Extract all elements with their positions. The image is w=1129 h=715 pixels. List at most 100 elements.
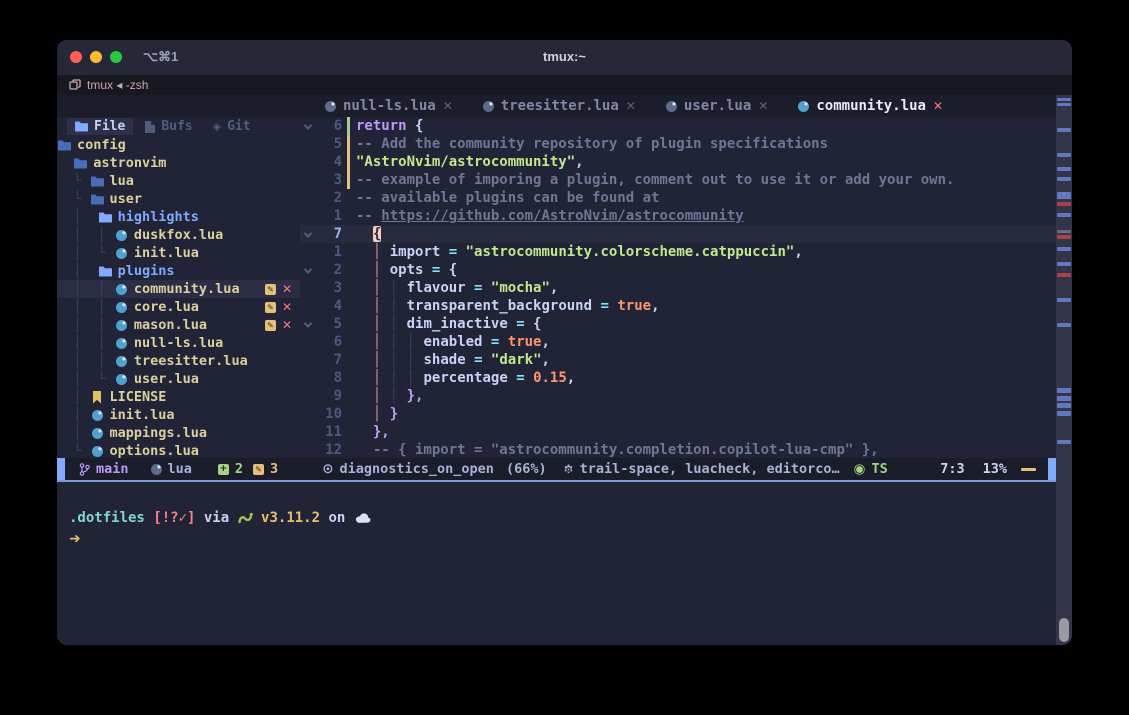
tree-item-astronvim[interactable]: astronvim — [57, 154, 300, 172]
code-line[interactable]: 4"AstroNvim/astrocommunity", — [300, 153, 1056, 171]
scrollbar-mark — [1057, 403, 1071, 408]
tree-guide: └ — [57, 191, 90, 207]
code-line[interactable]: 9 │ │ }, — [300, 387, 1056, 405]
git-sign-column — [342, 315, 356, 333]
tree-item-user.lua[interactable]: │ └ user.lua — [57, 370, 300, 388]
filetype-indicator: lua — [151, 461, 192, 477]
lsp-progress: ⊙ diagnostics_on_open (66%) — [322, 461, 546, 477]
folder-icon — [91, 194, 104, 205]
code-line[interactable]: 2 │ opts = { — [300, 261, 1056, 279]
scrollbar-mark — [1057, 202, 1071, 206]
fold-chevron-icon[interactable] — [304, 121, 312, 129]
code-line[interactable]: 6 │ │ │ enabled = true, — [300, 333, 1056, 351]
code-line[interactable]: 1-- https://github.com/AstroNvim/astroco… — [300, 207, 1056, 225]
code-line[interactable]: 8 │ │ │ percentage = 0.15, — [300, 369, 1056, 387]
tree-item-config[interactable]: config — [57, 136, 300, 154]
ruler-indicator — [1021, 468, 1036, 471]
tree-item-mason.lua[interactable]: │ │ mason.lua✎✕ — [57, 316, 300, 334]
tree-item-label: user — [110, 191, 143, 207]
code-line[interactable]: 12 -- { import = "astrocommunity.complet… — [300, 441, 1056, 458]
tree-item-LICENSE[interactable]: │ LICENSE — [57, 388, 300, 406]
git-icon: ◈ — [213, 120, 221, 133]
code-line[interactable]: 11 }, — [300, 423, 1056, 441]
line-number: 8 — [316, 370, 342, 386]
git-branch[interactable]: main — [79, 461, 129, 477]
code-line[interactable]: 5-- Add the community repository of plug… — [300, 135, 1056, 153]
pencil-icon: ✎ — [253, 464, 264, 475]
tree-item-duskfox.lua[interactable]: │ │ duskfox.lua — [57, 226, 300, 244]
fold-chevron-icon[interactable] — [304, 229, 312, 237]
buffer-tab-null-ls.lua[interactable]: null-ls.lua✕ — [310, 95, 468, 117]
fold-column[interactable] — [300, 316, 316, 332]
tree-item-community.lua[interactable]: │ │ community.lua✎✕ — [57, 280, 300, 298]
tree-item-treesitter.lua[interactable]: │ │ treesitter.lua — [57, 352, 300, 370]
code-line[interactable]: 4 │ │ transparent_background = true, — [300, 297, 1056, 315]
tree-item-null-ls.lua[interactable]: │ │ null-ls.lua — [57, 334, 300, 352]
code-line[interactable]: 6return { — [300, 117, 1056, 135]
tree-item-mappings.lua[interactable]: │ mappings.lua — [57, 424, 300, 442]
tree-item-lua[interactable]: └ lua — [57, 172, 300, 190]
code-text: │ } — [356, 406, 398, 422]
code-line[interactable]: 3-- example of imporing a plugin, commen… — [300, 171, 1056, 189]
session-icon — [69, 79, 81, 91]
code-line[interactable]: 1 │ import = "astrocommunity.colorscheme… — [300, 243, 1056, 261]
git-changed-count[interactable]: ✎ 3 — [253, 461, 278, 477]
tree-item-label: astronvim — [93, 155, 166, 171]
close-icon[interactable]: ✕ — [626, 99, 636, 113]
code-line[interactable]: 3 │ │ flavour = "mocha", — [300, 279, 1056, 297]
git-sign-column — [342, 387, 356, 405]
tree-item-core.lua[interactable]: │ │ core.lua✎✕ — [57, 298, 300, 316]
scroll-percentage: 13% — [983, 461, 1007, 477]
tree-item-label: init.lua — [110, 407, 175, 423]
tree-item-init.lua[interactable]: │ └ init.lua — [57, 244, 300, 262]
line-number: 9 — [316, 388, 342, 404]
neotree-tab-git[interactable]: ◈Git — [205, 118, 259, 135]
code-line[interactable]: 10 │ } — [300, 405, 1056, 423]
code-line[interactable]: 7 │ │ │ shade = "dark", — [300, 351, 1056, 369]
tree-item-init.lua[interactable]: │ init.lua — [57, 406, 300, 424]
git-sign-column — [342, 243, 356, 261]
tree-item-user[interactable]: └ user — [57, 190, 300, 208]
close-icon[interactable]: ✕ — [758, 99, 768, 113]
tree-item-highlights[interactable]: │ highlights — [57, 208, 300, 226]
terminal-tab-bar: tmux ◂ -zsh — [57, 75, 1072, 95]
code-text: │ import = "astrocommunity.colorscheme.c… — [356, 244, 803, 260]
close-icon[interactable]: ✕ — [933, 99, 943, 113]
buffer-tab-community.lua[interactable]: community.lua✕ — [783, 95, 958, 117]
line-number: 4 — [316, 298, 342, 314]
code-line[interactable]: 7 { — [300, 225, 1056, 243]
code-line[interactable]: 2-- available plugins can be found at — [300, 189, 1056, 207]
lua-icon — [666, 101, 677, 112]
mode-indicator-left — [57, 458, 65, 480]
close-icon[interactable]: ✕ — [443, 99, 453, 113]
tree-item-plugins[interactable]: │ plugins — [57, 262, 300, 280]
scrollbar-track[interactable] — [1056, 95, 1072, 645]
tree-item-label: plugins — [118, 263, 175, 279]
lua-icon — [483, 101, 494, 112]
tree-guide: │ │ — [57, 227, 114, 243]
fold-chevron-icon[interactable] — [304, 265, 312, 273]
shell-pane[interactable]: .dotfiles [!?✓] via v3.11.2 on ➜ — [57, 482, 1056, 645]
tree-item-options.lua[interactable]: └ options.lua — [57, 442, 300, 458]
fold-column[interactable] — [300, 262, 316, 278]
line-number: 3 — [316, 280, 342, 296]
fold-column[interactable] — [300, 118, 316, 134]
buffer-tab-treesitter.lua[interactable]: treesitter.lua✕ — [468, 95, 651, 117]
code-editor[interactable]: 6return {5-- Add the community repositor… — [300, 117, 1056, 458]
scrollbar-mark — [1057, 235, 1071, 239]
fold-column[interactable] — [300, 226, 316, 242]
code-text: -- Add the community repository of plugi… — [356, 136, 828, 152]
code-line[interactable]: 5 │ │ dim_inactive = { — [300, 315, 1056, 333]
neotree-tab-bufs[interactable]: Bufs — [137, 118, 200, 135]
git-added-count[interactable]: + 2 — [218, 461, 243, 477]
buffer-tab-user.lua[interactable]: user.lua✕ — [651, 95, 784, 117]
nvim-pane: null-ls.lua✕treesitter.lua✕user.lua✕comm… — [57, 95, 1056, 480]
code-text: "AstroNvim/astrocommunity", — [356, 154, 584, 170]
modified-icon: ✎ — [265, 320, 276, 331]
folder-icon — [75, 121, 88, 132]
neotree-tab-file[interactable]: File — [67, 118, 133, 135]
scrollbar-thumb[interactable] — [1059, 618, 1069, 642]
snake-icon — [238, 511, 253, 524]
terminal-tab-title[interactable]: tmux ◂ -zsh — [87, 78, 148, 92]
fold-chevron-icon[interactable] — [304, 319, 312, 327]
